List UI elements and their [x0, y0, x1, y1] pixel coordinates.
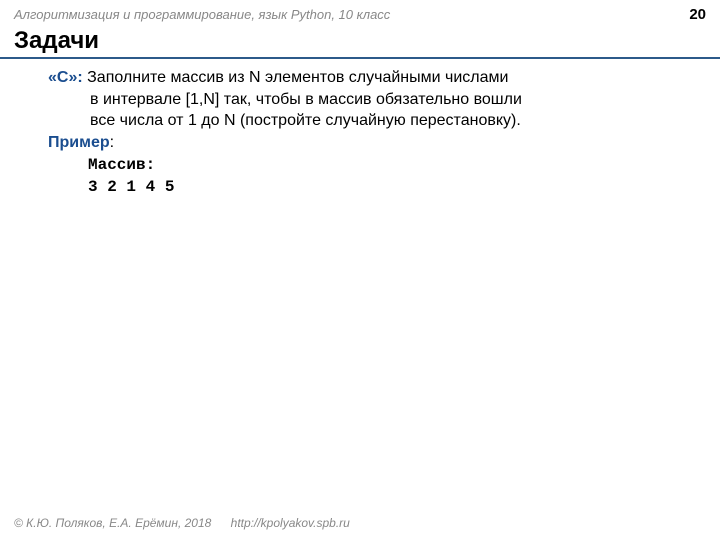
example-block: Пример: — [48, 132, 672, 154]
task-text-line3: все числа от 1 до N (постройте случайную… — [90, 110, 521, 132]
task-block: «C»: Заполните массив из N элементов слу… — [48, 67, 672, 132]
task-label: «C»: — [48, 69, 83, 86]
code-line-1: Массив: — [88, 155, 672, 177]
example-label: Пример — [48, 134, 110, 151]
slide-header: Алгоритмизация и программирование, язык … — [0, 0, 720, 27]
footer-copyright: © К.Ю. Поляков, Е.А. Ерёмин, 2018 — [14, 516, 211, 530]
slide-content: «C»: Заполните массив из N элементов слу… — [0, 59, 720, 199]
task-text-line1: Заполните массив из N элементов случайны… — [87, 69, 508, 86]
page-number: 20 — [689, 6, 706, 23]
slide-title: Задачи — [0, 27, 720, 59]
footer-url: http://kpolyakov.spb.ru — [231, 516, 350, 530]
code-line-2: 3 2 1 4 5 — [88, 177, 672, 199]
example-code: Массив: 3 2 1 4 5 — [48, 155, 672, 198]
example-colon: : — [110, 134, 114, 151]
slide-footer: © К.Ю. Поляков, Е.А. Ерёмин, 2018 http:/… — [14, 516, 350, 530]
course-title: Алгоритмизация и программирование, язык … — [14, 7, 390, 22]
task-text-line2: в интервале [1,N] так, чтобы в массив об… — [90, 89, 522, 111]
